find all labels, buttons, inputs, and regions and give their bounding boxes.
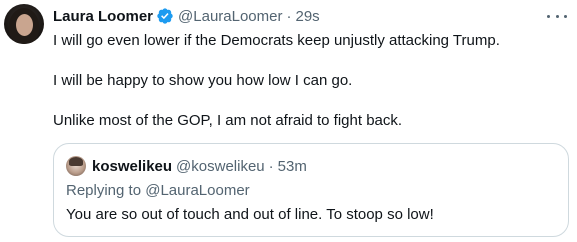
quoted-author-handle: @koswelikeu (176, 157, 265, 175)
tweet: Laura Loomer @LauraLoomer · 29s I will g… (0, 0, 577, 242)
verified-badge-icon (156, 7, 174, 25)
quoted-tweet-timestamp: 53m (277, 157, 307, 175)
avatar-face (16, 14, 33, 36)
more-horizontal-icon[interactable] (547, 8, 567, 24)
replying-prefix: Replying to (66, 182, 146, 199)
tweet-text-line: I will go even lower if the Democrats ke… (53, 32, 500, 49)
tweet-text-line: I will be happy to show you how low I ca… (53, 72, 353, 89)
quoted-tweet-text: You are so out of touch and out of line.… (66, 206, 434, 223)
replying-to: Replying to @LauraLoomer (66, 182, 250, 199)
quoted-tweet[interactable]: koswelikeu @koswelikeu · 53m Replying to… (53, 143, 569, 237)
quoted-author-name: koswelikeu (92, 157, 173, 175)
author-name[interactable]: Laura Loomer (53, 8, 153, 25)
tweet-header: Laura Loomer @LauraLoomer · 29s (53, 6, 320, 26)
tweet-text-line: Unlike most of the GOP, I am not afraid … (53, 112, 403, 129)
quoted-tweet-header: koswelikeu @koswelikeu · 53m (66, 156, 307, 176)
quoted-header-separator: · (268, 157, 274, 175)
tweet-timestamp[interactable]: 29s (295, 8, 319, 25)
quoted-author-avatar (66, 156, 86, 176)
replying-to-mention[interactable]: @LauraLoomer (145, 182, 249, 199)
header-separator: · (286, 7, 292, 25)
author-handle[interactable]: @LauraLoomer (178, 8, 282, 25)
author-avatar[interactable] (4, 4, 44, 44)
